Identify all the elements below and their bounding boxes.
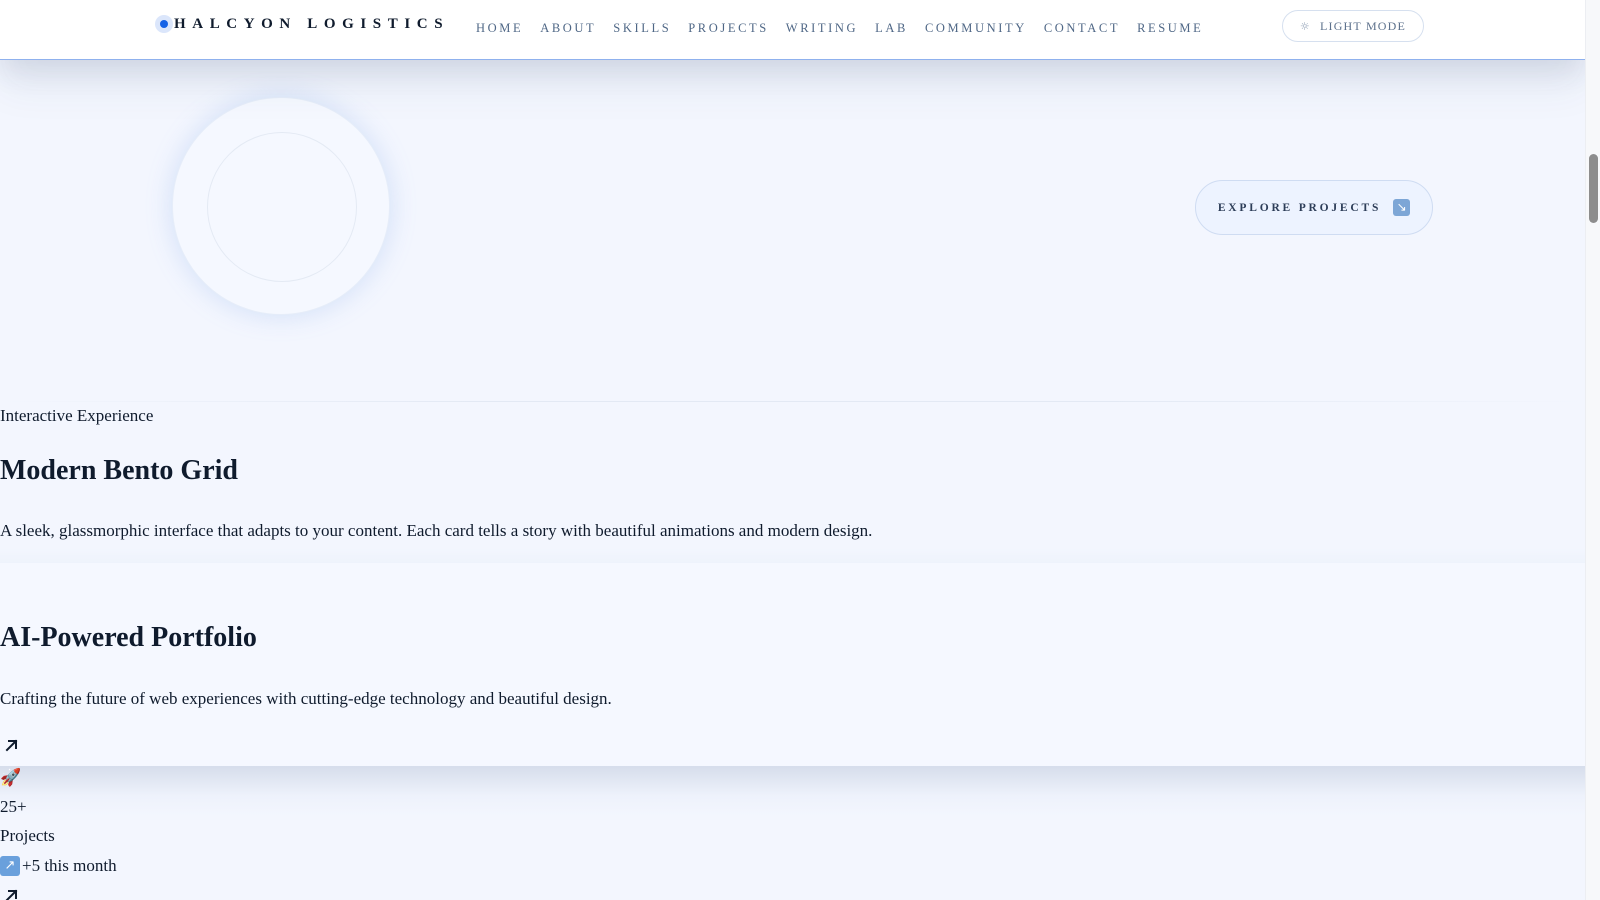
vertical-scrollbar[interactable] xyxy=(1585,0,1600,900)
hero-avatar-ring xyxy=(172,97,390,315)
nav-link-resume[interactable]: RESUME xyxy=(1137,21,1203,36)
brand-name: HALCYON LOGISTICS xyxy=(174,15,450,32)
explore-projects-button[interactable]: EXPLORE PROJECTS ↘ xyxy=(1195,180,1433,235)
stat-value: 25+ xyxy=(0,797,27,816)
rocket-icon: 🚀 xyxy=(0,768,22,788)
section-divider xyxy=(0,401,1585,402)
nav-link-about[interactable]: ABOUT xyxy=(540,21,596,36)
nav-link-projects[interactable]: PROJECTS xyxy=(688,21,769,36)
stat-trend-text: +5 this month xyxy=(22,856,117,875)
nav-link-writing[interactable]: WRITING xyxy=(786,21,858,36)
nav-link-contact[interactable]: CONTACT xyxy=(1044,21,1120,36)
arrow-down-right-icon: ↘ xyxy=(1393,199,1411,216)
portfolio-card-description: Crafting the future of web experiences w… xyxy=(0,689,612,708)
portfolio-card-title: AI-Powered Portfolio xyxy=(0,622,257,653)
nav-link-lab[interactable]: LAB xyxy=(875,21,908,36)
top-navbar: HALCYON LOGISTICS HOME ABOUT SKILLS PROJ… xyxy=(0,0,1585,60)
sun-icon: ☼ xyxy=(1299,19,1311,33)
nav-link-community[interactable]: COMMUNITY xyxy=(925,21,1027,36)
page: HALCYON LOGISTICS HOME ABOUT SKILLS PROJ… xyxy=(0,0,1585,900)
stats-arrow-up-right-icon[interactable] xyxy=(3,886,21,900)
stat-trend: ↗ +5 this month xyxy=(0,856,117,876)
trend-up-icon: ↗ xyxy=(0,856,20,876)
nav-links: HOME ABOUT SKILLS PROJECTS WRITING LAB C… xyxy=(476,21,1220,36)
stat-label: Projects xyxy=(0,826,55,845)
nav-link-home[interactable]: HOME xyxy=(476,21,523,36)
stats-card-shadow xyxy=(0,766,1585,816)
explore-projects-label: EXPLORE PROJECTS xyxy=(1217,201,1382,214)
card-top-fade xyxy=(0,548,1585,564)
scrollbar-thumb[interactable] xyxy=(1589,154,1598,223)
light-mode-label: LIGHT MODE xyxy=(1319,18,1407,33)
section-eyebrow: Interactive Experience xyxy=(0,406,154,425)
hero-avatar-inner-ring xyxy=(207,132,357,282)
section-title: Modern Bento Grid xyxy=(0,455,238,486)
brand[interactable]: HALCYON LOGISTICS xyxy=(155,15,449,33)
nav-link-skills[interactable]: SKILLS xyxy=(613,21,671,36)
section-description: A sleek, glassmorphic interface that ada… xyxy=(0,521,873,540)
portfolio-card[interactable] xyxy=(0,563,1585,766)
arrow-up-right-icon[interactable] xyxy=(3,736,21,754)
light-mode-toggle-button[interactable]: ☼ LIGHT MODE xyxy=(1282,10,1424,42)
brand-logo-dot-icon xyxy=(155,15,173,33)
